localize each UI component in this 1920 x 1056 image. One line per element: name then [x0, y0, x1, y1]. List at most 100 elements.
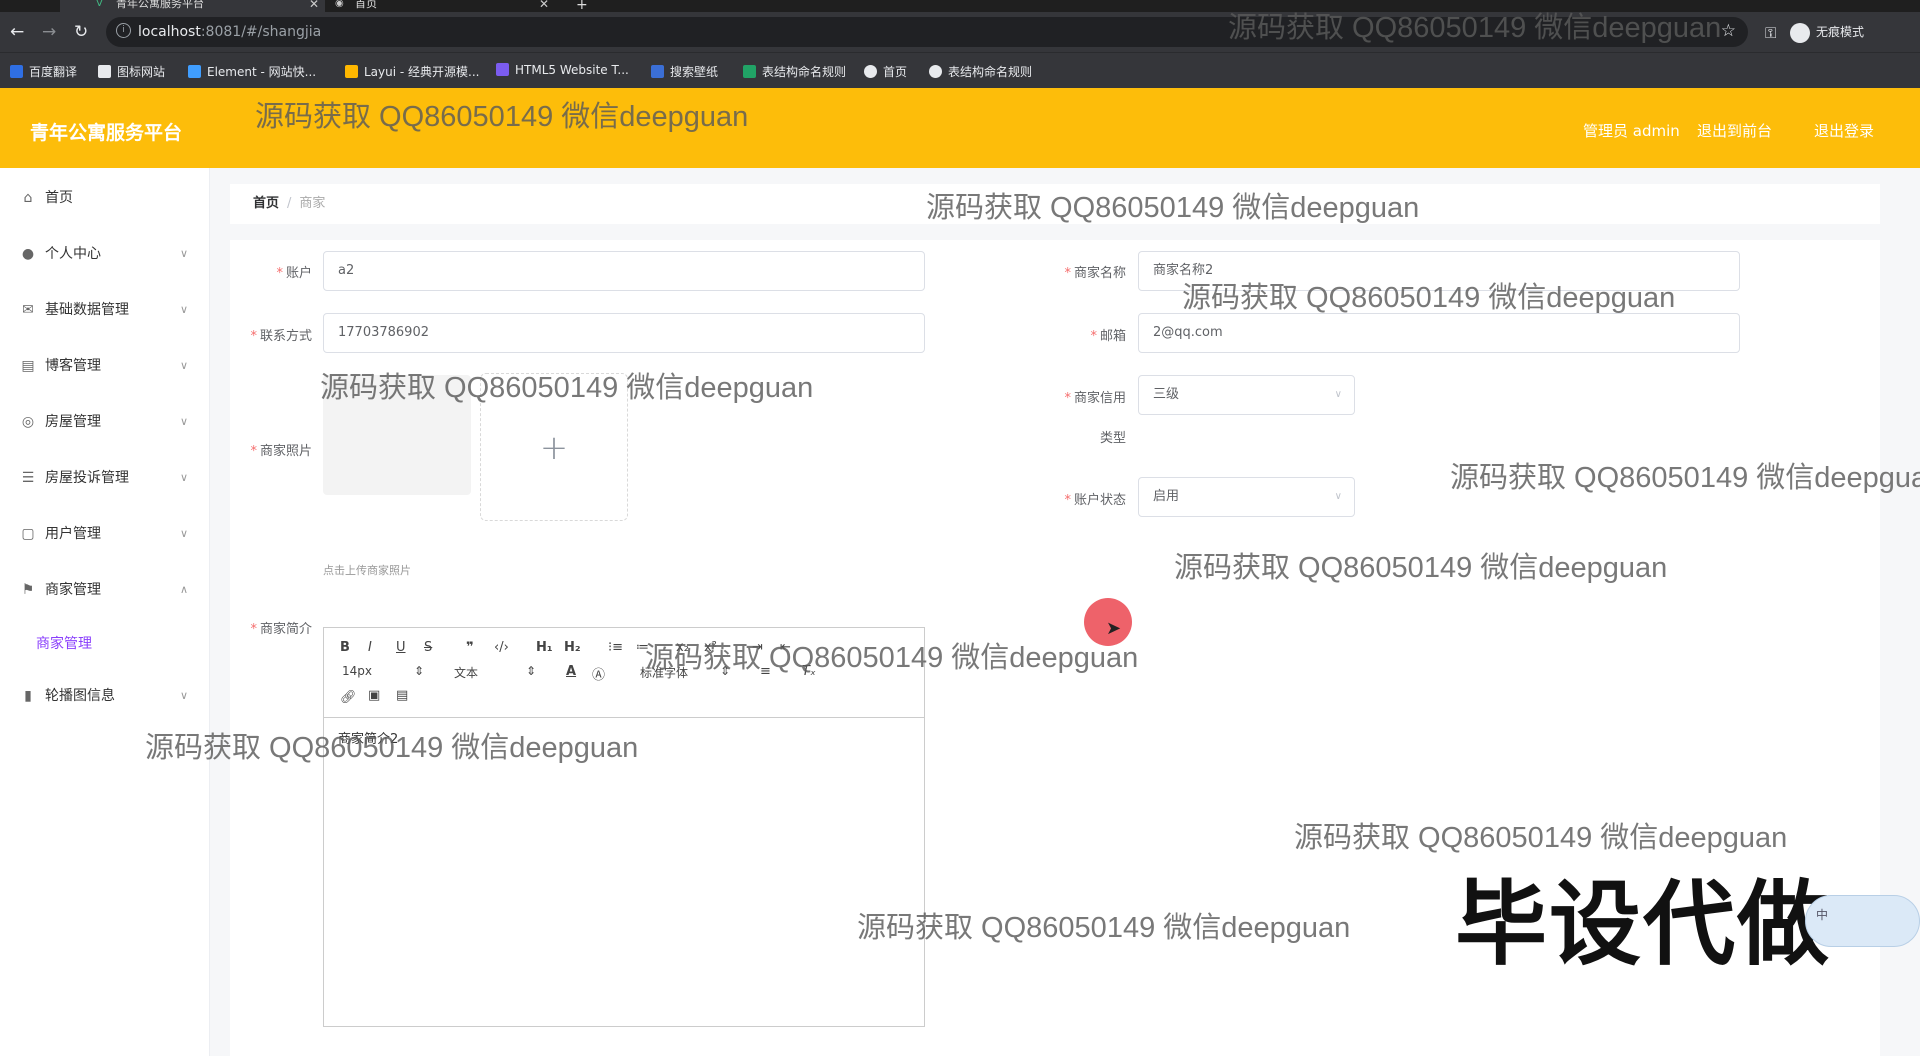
heading2-icon[interactable]: H₂ — [564, 640, 581, 655]
bold-icon[interactable]: B — [340, 640, 350, 655]
account-input[interactable]: a2 — [323, 251, 925, 291]
watermark: 源码获取 QQ86050149 微信deepguan — [1182, 282, 1676, 314]
bookmark-favicon-icon — [651, 65, 664, 78]
bookmark-star-icon[interactable]: ☆ — [1721, 21, 1736, 41]
status-select[interactable]: 启用 ∨ — [1138, 477, 1355, 517]
breadcrumb-current: 商家 — [299, 196, 326, 211]
email-label-text: 邮箱 — [1099, 329, 1126, 344]
watermark: 源码获取 QQ86050149 微信deepguan — [645, 642, 1139, 674]
ordered-list-icon[interactable]: ⁝≡ — [608, 640, 623, 655]
bookmark-label: 表结构命名规则 — [948, 65, 1033, 79]
reload-icon[interactable]: ↻ — [74, 22, 88, 42]
image-icon[interactable]: ▣ — [368, 688, 380, 703]
sidebar-item-home[interactable]: ⌂ 首页 — [0, 173, 210, 223]
bookmark-favicon-icon — [10, 65, 23, 78]
bookmark-item[interactable]: 首页 — [864, 63, 907, 80]
sidebar-item-merchant[interactable]: ⚑ 商家管理 ∧ — [0, 565, 210, 615]
chevron-up-icon: ∧ — [179, 583, 188, 596]
bookmark-item[interactable]: 表结构命名规则 — [929, 63, 1032, 80]
sidebar-item-label: 商家管理 — [45, 582, 101, 598]
font-size-select[interactable]: 14px ⇕ — [342, 664, 432, 678]
font-color-icon[interactable]: A — [566, 664, 576, 679]
sidebar-subitem-merchant[interactable]: 商家管理 — [36, 633, 92, 653]
code-icon[interactable]: ‹/› — [494, 640, 509, 655]
credit-select[interactable]: 三级 ∨ — [1138, 375, 1355, 415]
bookmark-label: 图标网站 — [117, 65, 166, 79]
admin-label: 管理员 admin — [1583, 122, 1680, 140]
sidebar-item-personal[interactable]: ● 个人中心 ∨ — [0, 229, 210, 279]
compass-icon: ◎ — [21, 414, 35, 430]
bookmark-favicon-icon — [496, 63, 509, 76]
heading-select[interactable]: 文本 ⇕ — [454, 664, 544, 681]
sidebar-item-carousel[interactable]: ▮ 轮播图信息 ∨ — [0, 671, 210, 721]
logout-link[interactable]: 退出登录 — [1814, 120, 1874, 141]
forward-icon[interactable]: → — [42, 22, 56, 42]
sidebar-item-label: 房屋投诉管理 — [45, 470, 129, 486]
mail-icon: ✉ — [22, 302, 34, 318]
bookmark-item[interactable]: Element - 网站快... — [188, 63, 316, 80]
tab-close-icon[interactable]: ✕ — [309, 0, 319, 10]
bookmark-item[interactable]: Layui - 经典开源模... — [345, 63, 479, 80]
italic-icon[interactable]: I — [368, 640, 372, 655]
required-mark: * — [250, 622, 257, 637]
bookmark-favicon-icon — [98, 65, 111, 78]
phone-input[interactable]: 17703786902 — [323, 313, 925, 353]
sidebar-item-house[interactable]: ◎ 房屋管理 ∨ — [0, 397, 210, 447]
heading1-icon[interactable]: H₁ — [536, 640, 553, 655]
tab-favicon-icon: V — [96, 0, 103, 9]
bookmark-item[interactable]: 百度翻译 — [10, 63, 77, 80]
plus-icon: + — [539, 428, 569, 468]
key-icon[interactable]: ⚿ — [1765, 24, 1776, 42]
credit-label-line2: 类型 — [1099, 431, 1126, 446]
url-path: :8081/#/shangjia — [200, 24, 322, 40]
back-icon[interactable]: ← — [10, 22, 24, 42]
link-icon[interactable]: 🔗︎ — [340, 690, 357, 705]
bookmark-item[interactable]: HTML5 Website T... — [496, 63, 629, 77]
browser-tab-active[interactable]: V 青年公寓服务平台 ✕ — [60, 0, 325, 12]
chevron-down-icon: ∨ — [179, 359, 188, 372]
bookmark-item[interactable]: 表结构命名规则 — [743, 63, 846, 80]
email-input[interactable]: 2@qq.com — [1138, 313, 1740, 353]
chevron-down-icon: ∨ — [179, 247, 188, 260]
select-arrow-icon: ⇕ — [413, 664, 424, 678]
bookmark-label: 表结构命名规则 — [762, 65, 847, 79]
bookmark-favicon-icon — [864, 65, 877, 78]
sidebar-item-label: 博客管理 — [45, 358, 101, 374]
underline-icon[interactable]: U — [396, 640, 406, 655]
bookmarks-bar: 百度翻译 图标网站 Element - 网站快... Layui - 经典开源模… — [0, 52, 1920, 88]
doc-icon: ▤ — [21, 358, 35, 374]
chevron-down-icon: ∨ — [179, 471, 188, 484]
browser-tab[interactable]: ◉ 首页 ✕ — [325, 0, 555, 12]
sidebar-item-users[interactable]: ▢ 用户管理 ∨ — [0, 509, 210, 559]
sidebar-item-basic-data[interactable]: ✉ 基础数据管理 ∨ — [0, 285, 210, 335]
flag-icon: ⚑ — [21, 582, 35, 598]
bookmark-label: 搜索壁纸 — [670, 65, 719, 79]
background-color-icon[interactable]: Ⓐ — [592, 664, 605, 683]
bookmark-item[interactable]: 搜索壁纸 — [651, 63, 718, 80]
sidebar-item-blog[interactable]: ▤ 博客管理 ∨ — [0, 341, 210, 391]
tab-close-icon[interactable]: ✕ — [539, 0, 549, 10]
sidebar-item-label: 用户管理 — [45, 526, 101, 542]
sidebar: ⌂ 首页 ● 个人中心 ∨ ✉ 基础数据管理 ∨ ▤ 博客管理 ∨ ◎ 房屋管理… — [0, 168, 210, 1056]
video-icon[interactable]: ▤ — [396, 688, 408, 703]
watermark: 源码获取 QQ86050149 微信deepguan — [857, 912, 1351, 944]
rich-text-editor[interactable]: B I U S ❞ ‹/› H₁ H₂ ⁝≡ ≔ x₂ x² ⇥ ⇤ 14px ⇕… — [323, 627, 925, 1027]
incognito-indicator[interactable]: 无痕模式 — [1790, 20, 1864, 44]
tab-title: 青年公寓服务平台 — [116, 0, 204, 10]
account-label: * 账户 — [250, 262, 312, 281]
required-mark: * — [276, 266, 283, 281]
credit-label-text: 商家信用 — [1073, 391, 1126, 406]
bookmark-favicon-icon — [743, 65, 756, 78]
home-icon: ⌂ — [23, 190, 33, 206]
back-to-front-link[interactable]: 退出到前台 — [1697, 120, 1772, 141]
breadcrumb-home[interactable]: 首页 — [253, 196, 279, 211]
sidebar-item-complaint[interactable]: ☰ 房屋投诉管理 ∨ — [0, 453, 210, 503]
bookmark-item[interactable]: 图标网站 — [98, 63, 165, 80]
select-arrow-icon: ⇕ — [525, 664, 536, 678]
ime-bubble: 中 — [1805, 895, 1920, 947]
quote-icon[interactable]: ❞ — [466, 640, 474, 655]
strikethrough-icon[interactable]: S — [424, 640, 432, 655]
site-info-icon[interactable]: i — [116, 23, 131, 38]
status-label: * 账户状态 — [1040, 489, 1126, 508]
bookmark-label: Element - 网站快... — [207, 65, 317, 79]
